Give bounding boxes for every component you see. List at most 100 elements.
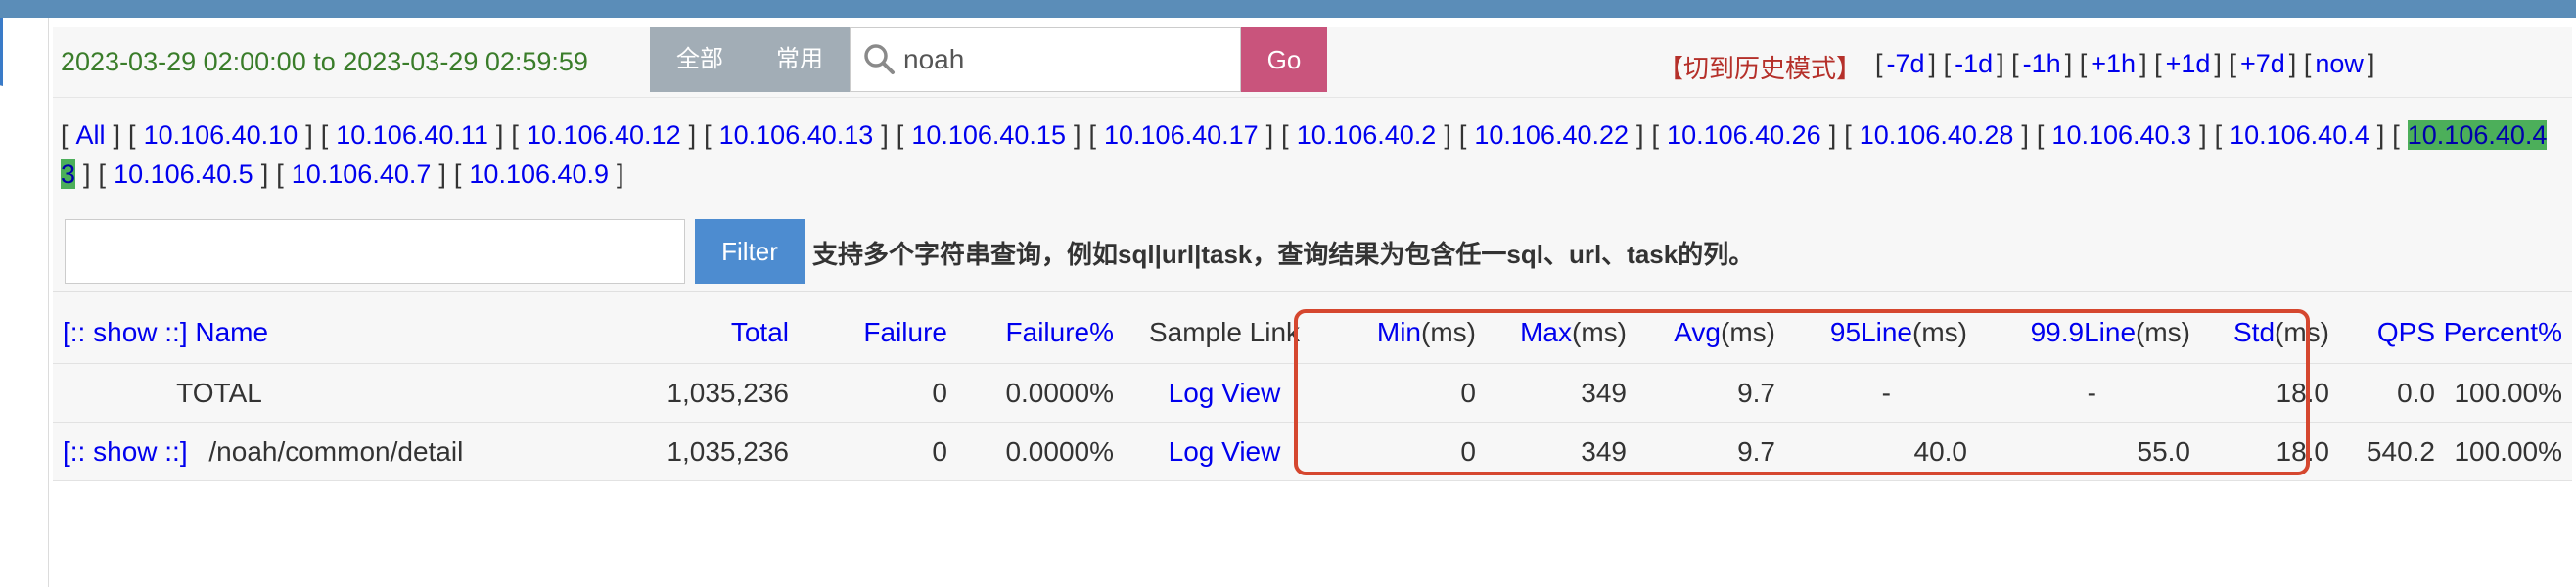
left-sidebar: [0, 18, 49, 587]
table-header-row: [:: show ::] Name Total Failure Failure%…: [53, 303, 2572, 364]
history-mode-link[interactable]: 【切到历史模式】: [1658, 49, 1862, 85]
header-std[interactable]: Std(ms): [2194, 303, 2329, 362]
bracket: ]: [2021, 120, 2029, 150]
search-box[interactable]: [850, 27, 1241, 92]
row-avg: 9.7: [1737, 378, 1775, 408]
header-avg[interactable]: Avg(ms): [1631, 303, 1775, 362]
search-input[interactable]: [903, 28, 1236, 91]
row-999line: -: [2087, 378, 2096, 408]
bracket: ]: [495, 120, 504, 150]
ip-filter-link[interactable]: 10.106.40.11: [336, 120, 488, 150]
ip-filter-link[interactable]: 10.106.40.22: [1474, 120, 1629, 150]
bracket: [: [2079, 49, 2088, 78]
ip-filter-link[interactable]: 10.106.40.26: [1667, 120, 1821, 150]
bracket: ]: [83, 159, 91, 189]
ip-filter-link[interactable]: 10.106.40.17: [1104, 120, 1259, 150]
header-95line[interactable]: 95Line(ms): [1779, 303, 1967, 362]
filter-hint: 支持多个字符串查询，例如sql|url|task，查询结果为包含任一sql、ur…: [812, 240, 1755, 269]
ip-filter-all[interactable]: All: [76, 120, 106, 150]
header-qps[interactable]: QPS: [2333, 303, 2435, 362]
all-scope-button[interactable]: 全部: [650, 27, 750, 92]
sidebar-cell-active[interactable]: [0, 18, 3, 86]
ip-filter-row: [All][10.106.40.10][10.106.40.11][10.106…: [53, 110, 2572, 203]
bracket: [: [128, 120, 136, 150]
bracket: ]: [2376, 120, 2385, 150]
row-std: 18.0: [2276, 436, 2330, 467]
ip-filter-link[interactable]: 10.106.40.15: [911, 120, 1066, 150]
header-999line[interactable]: 99.9Line(ms): [1971, 303, 2190, 362]
row-95line: -: [1881, 378, 1891, 408]
bracket: [: [320, 120, 329, 150]
header-percent[interactable]: Percent%: [2441, 303, 2562, 362]
bracket: ]: [2367, 49, 2375, 78]
time-nav-link[interactable]: -7d: [1887, 49, 1925, 78]
ip-filter-link[interactable]: 10.106.40.13: [719, 120, 874, 150]
header-min[interactable]: Min(ms): [1335, 303, 1476, 362]
header-total[interactable]: Total: [542, 303, 789, 362]
time-nav-link[interactable]: +1d: [2166, 49, 2211, 78]
filter-input[interactable]: [65, 219, 685, 284]
bracket: ]: [1636, 120, 1644, 150]
ip-filter-link[interactable]: 10.106.40.9: [469, 159, 609, 189]
header-sample-link: Sample Link: [1148, 317, 1301, 347]
filter-button[interactable]: Filter: [695, 219, 805, 284]
header-failure[interactable]: Failure: [797, 303, 947, 362]
row-percent: 100.00%: [2454, 378, 2562, 408]
bracket: [: [1875, 49, 1883, 78]
bracket: ]: [1444, 120, 1451, 150]
row-percent: 100.00%: [2454, 436, 2562, 467]
header-failure-pct[interactable]: Failure%: [953, 303, 1114, 362]
time-nav-link[interactable]: -1d: [1955, 49, 1993, 78]
row-qps: 0.0: [2397, 378, 2435, 408]
ip-filter-link[interactable]: 10.106.40.7: [292, 159, 432, 189]
bracket: [: [2303, 49, 2312, 78]
bracket: ]: [617, 159, 624, 189]
bracket: ]: [2214, 49, 2222, 78]
bracket: [: [276, 159, 284, 189]
bracket: [: [1943, 49, 1952, 78]
ip-filter-link[interactable]: 10.106.40.4: [2230, 120, 2369, 150]
header-max[interactable]: Max(ms): [1482, 303, 1627, 362]
bracket: [: [2392, 120, 2400, 150]
row-failure: 0: [932, 378, 947, 408]
row-failure: 0: [932, 436, 947, 467]
ip-filter-link[interactable]: 10.106.40.10: [144, 120, 299, 150]
ip-filter-link[interactable]: 10.106.40.3: [2051, 120, 2191, 150]
time-nav-link[interactable]: -1h: [2023, 49, 2061, 78]
row-total: 1,035,236: [667, 378, 789, 408]
row-qps: 540.2: [2366, 436, 2435, 467]
time-nav-link[interactable]: +1h: [2091, 49, 2136, 78]
table-row-total: TOTAL 1,035,236 0 0.0000% Log View 0 349…: [53, 364, 2572, 423]
row-total: 1,035,236: [667, 436, 789, 467]
go-button[interactable]: Go: [1241, 27, 1327, 92]
row-failure-pct: 0.0000%: [1005, 436, 1114, 467]
bracket: [: [2214, 120, 2223, 150]
bracket: ]: [881, 120, 889, 150]
log-view-link[interactable]: Log View: [1120, 423, 1329, 481]
row-avg: 9.7: [1737, 436, 1775, 467]
bracket: ]: [1928, 49, 1937, 78]
ip-filter-link[interactable]: 10.106.40.12: [527, 120, 681, 150]
bracket: [: [511, 120, 519, 150]
bracket: [: [1458, 120, 1467, 150]
ip-filter-link[interactable]: 10.106.40.5: [114, 159, 253, 189]
log-view-link[interactable]: Log View: [1120, 364, 1329, 423]
show-all-link[interactable]: [:: show ::]: [63, 317, 188, 347]
bracket: [: [1651, 120, 1660, 150]
row-max: 349: [1581, 378, 1627, 408]
common-scope-button[interactable]: 常用: [750, 27, 850, 92]
header-name[interactable]: Name: [195, 317, 268, 347]
time-nav-link[interactable]: now: [2315, 49, 2364, 78]
bracket: [: [2229, 49, 2236, 78]
ip-filter-link[interactable]: 10.106.40.2: [1297, 120, 1437, 150]
bracket: [: [453, 159, 462, 189]
ip-filter-link[interactable]: 10.106.40.28: [1860, 120, 2014, 150]
show-detail-link[interactable]: [:: show ::]: [63, 436, 188, 467]
bracket: [: [98, 159, 107, 189]
bracket: ]: [113, 120, 121, 150]
bracket: [: [896, 120, 904, 150]
time-nav-link[interactable]: +7d: [2240, 49, 2285, 78]
bracket: [: [1281, 120, 1289, 150]
bracket: [: [61, 120, 69, 150]
bracket: ]: [260, 159, 269, 189]
